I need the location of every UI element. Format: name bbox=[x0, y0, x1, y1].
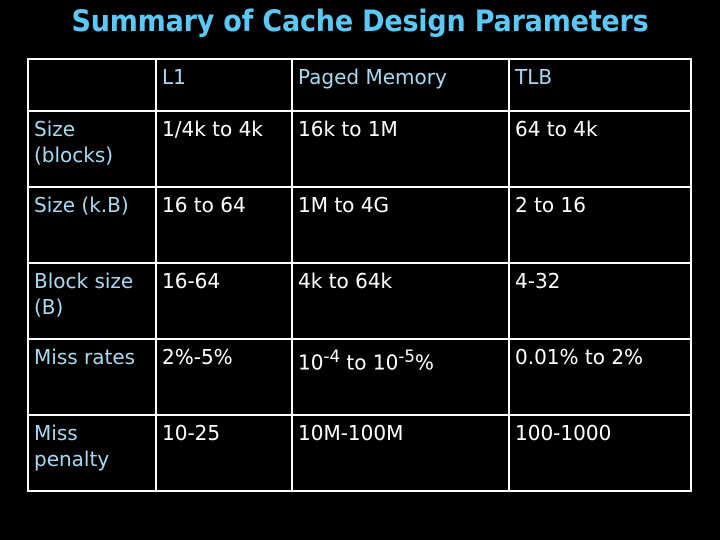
cell-miss-rates-tlb: 0.01% to 2% bbox=[508, 338, 692, 416]
cell-size-kb-paged-memory: 1M to 4G bbox=[291, 186, 510, 264]
table-row: Size (blocks) 1/4k to 4k 16k to 1M 64 to… bbox=[27, 110, 692, 188]
cell-block-size-l1: 16-64 bbox=[155, 262, 293, 340]
cache-design-parameters-table: L1 Paged Memory TLB Size (blocks) 1/4k t… bbox=[27, 58, 692, 492]
cell-miss-rates-l1: 2%-5% bbox=[155, 338, 293, 416]
column-header-l1: L1 bbox=[155, 58, 293, 112]
column-header-blank bbox=[27, 58, 157, 112]
cell-miss-penalty-l1: 10-25 bbox=[155, 414, 293, 492]
table-row: Block size (B) 16-64 4k to 64k 4-32 bbox=[27, 262, 692, 340]
table-row: Miss penalty 10-25 10M-100M 100-1000 bbox=[27, 414, 692, 492]
slide-canvas: Summary of Cache Design Parameters L1 Pa… bbox=[0, 0, 720, 540]
cell-block-size-tlb: 4-32 bbox=[508, 262, 692, 340]
column-header-tlb: TLB bbox=[508, 58, 692, 112]
cell-block-size-paged-memory: 4k to 64k bbox=[291, 262, 510, 340]
cell-miss-penalty-paged-memory: 10M-100M bbox=[291, 414, 510, 492]
row-header-miss-rates: Miss rates bbox=[27, 338, 157, 416]
cell-size-blocks-paged-memory: 16k to 1M bbox=[291, 110, 510, 188]
cell-size-kb-l1: 16 to 64 bbox=[155, 186, 293, 264]
row-header-miss-penalty: Miss penalty bbox=[27, 414, 157, 492]
cell-miss-rates-paged-memory: 10-4 to 10-5% bbox=[291, 338, 510, 416]
cell-size-blocks-l1: 1/4k to 4k bbox=[155, 110, 293, 188]
page-title: Summary of Cache Design Parameters bbox=[71, 4, 649, 38]
table-row: Size (k.B) 16 to 64 1M to 4G 2 to 16 bbox=[27, 186, 692, 264]
column-header-paged-memory: Paged Memory bbox=[291, 58, 510, 112]
table-header-row: L1 Paged Memory TLB bbox=[27, 58, 692, 112]
cell-miss-penalty-tlb: 100-1000 bbox=[508, 414, 692, 492]
table-row: Miss rates 2%-5% 10-4 to 10-5% 0.01% to … bbox=[27, 338, 692, 416]
cell-size-kb-tlb: 2 to 16 bbox=[508, 186, 692, 264]
row-header-size-kb: Size (k.B) bbox=[27, 186, 157, 264]
row-header-block-size: Block size (B) bbox=[27, 262, 157, 340]
row-header-size-blocks: Size (blocks) bbox=[27, 110, 157, 188]
cell-size-blocks-tlb: 64 to 4k bbox=[508, 110, 692, 188]
